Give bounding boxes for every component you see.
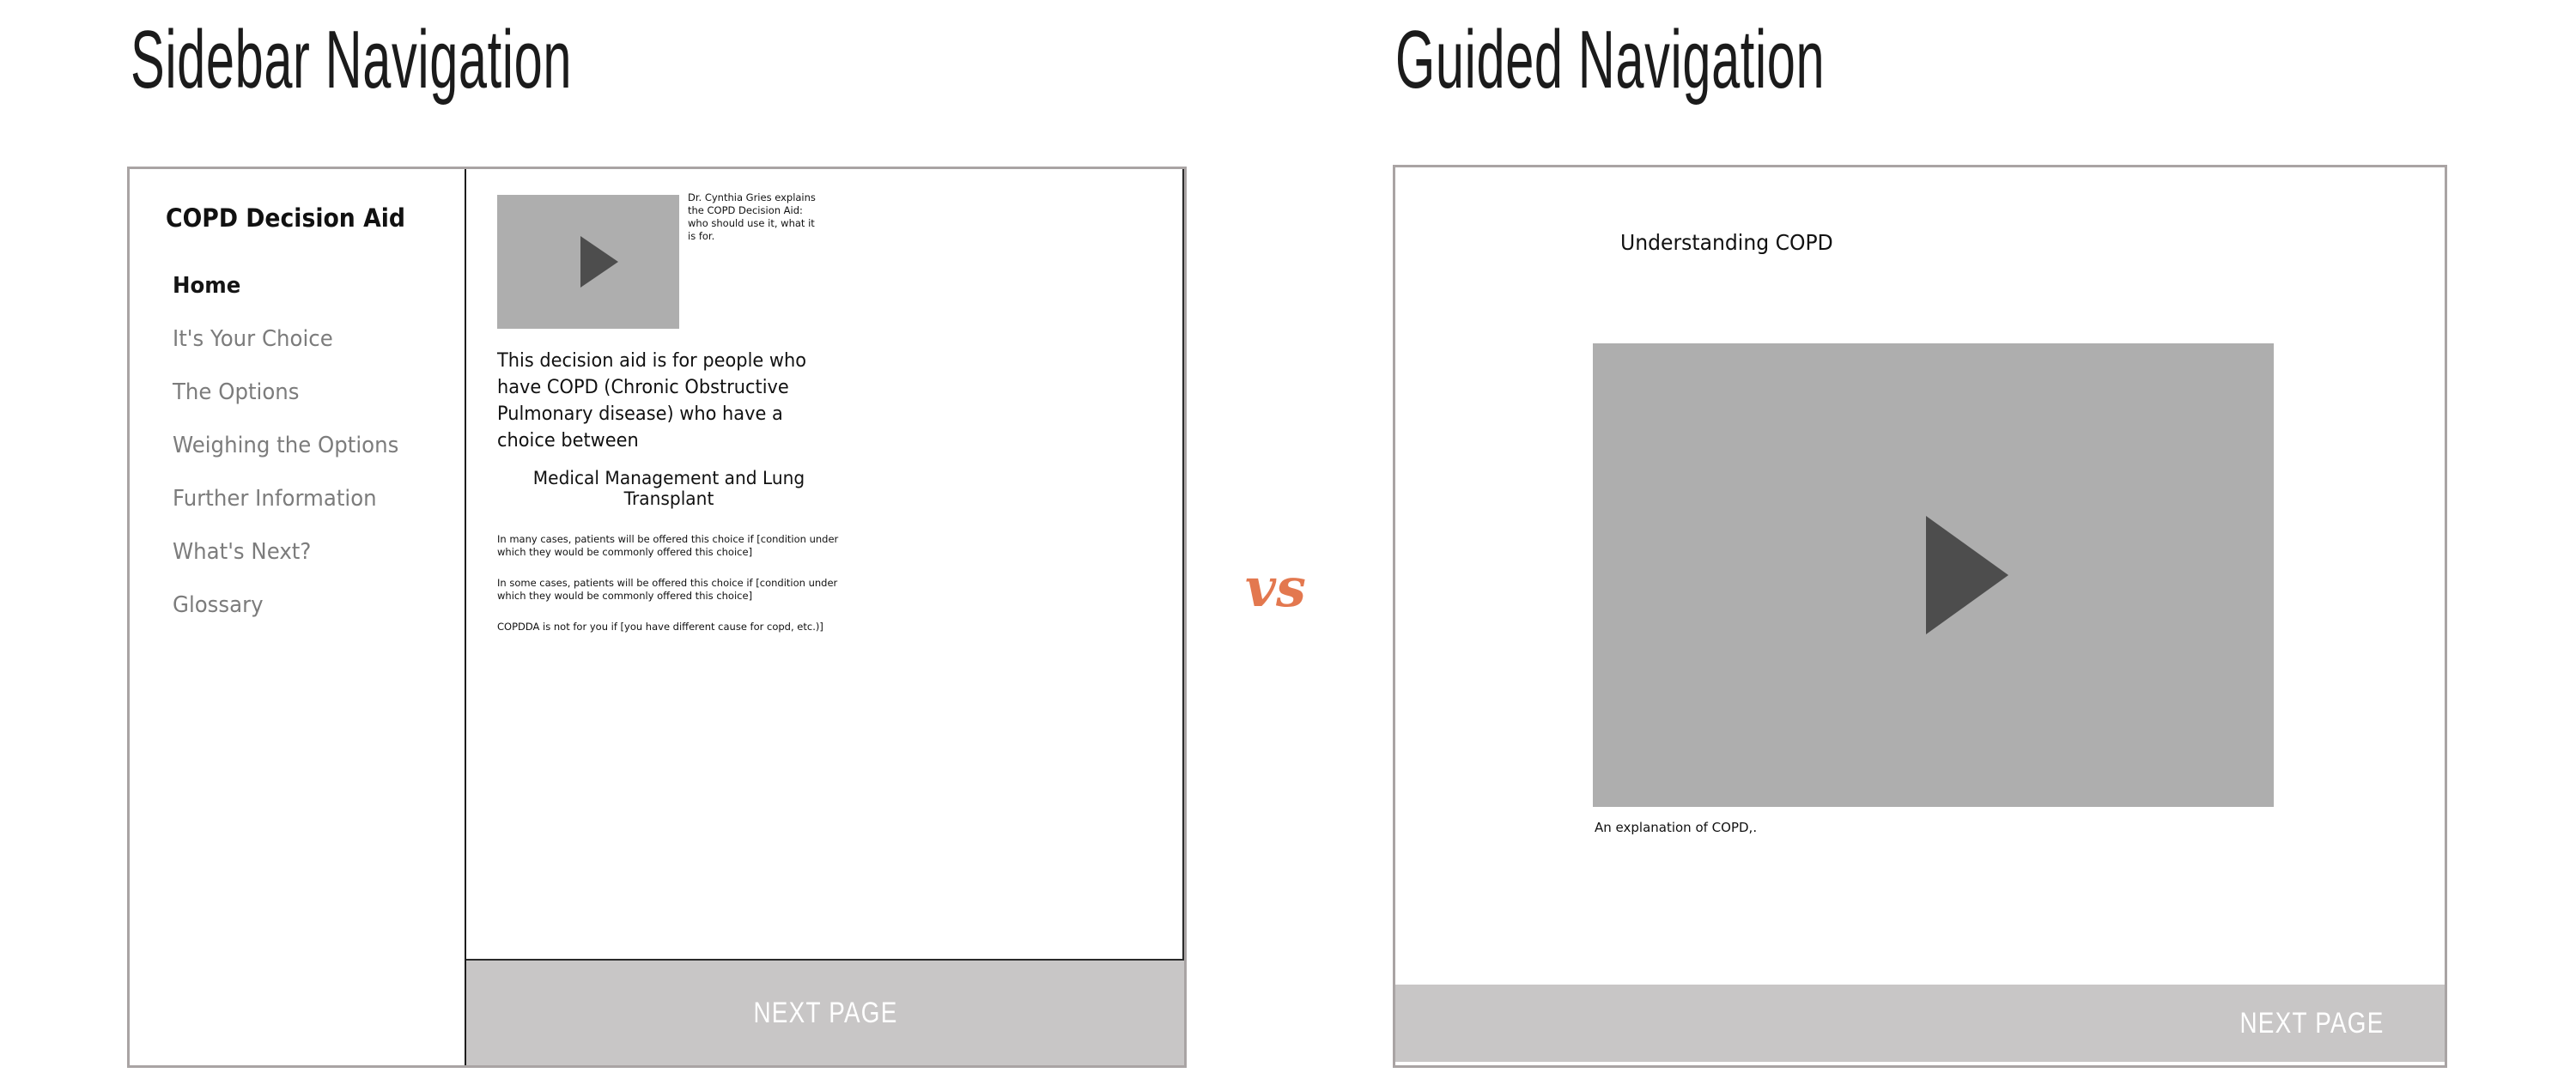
sidebar-item-further-information[interactable]: Further Information bbox=[173, 472, 439, 525]
versus-separator: vs bbox=[1245, 556, 1306, 619]
next-page-label: NEXT PAGE bbox=[752, 996, 898, 1029]
guided-page-heading: Understanding COPD bbox=[1620, 230, 1833, 255]
right-section-title: Guided Navigation bbox=[1395, 14, 1826, 106]
sidebar-nav-list: Home It's Your Choice The Options Weighi… bbox=[173, 259, 456, 632]
guided-content-body: Understanding COPD An explanation of COP… bbox=[1395, 167, 2445, 985]
next-page-label: NEXT PAGE bbox=[2239, 1006, 2385, 1040]
play-icon[interactable] bbox=[580, 236, 618, 288]
play-icon[interactable] bbox=[1926, 516, 2009, 634]
comparison-stage: Sidebar Navigation COPD Decision Aid Hom… bbox=[0, 0, 2576, 1073]
guided-navigation-mockup: Understanding COPD An explanation of COP… bbox=[1393, 165, 2447, 1068]
sidebar-content-body: Dr. Cynthia Gries explains the COPD Deci… bbox=[466, 169, 1184, 961]
next-page-button[interactable]: NEXT PAGE bbox=[1395, 985, 2445, 1062]
sidebar-item-home[interactable]: Home bbox=[173, 259, 439, 312]
sidebar-app-title: COPD Decision Aid bbox=[166, 203, 405, 233]
sidebar-item-weighing-the-options[interactable]: Weighing the Options bbox=[173, 419, 439, 472]
sidebar-item-glossary[interactable]: Glossary bbox=[173, 579, 439, 632]
fineprint-line: In many cases, patients will be offered … bbox=[497, 533, 839, 558]
options-headline: Medical Management and Lung Transplant bbox=[532, 468, 805, 509]
sidebar-navigation-mockup: COPD Decision Aid Home It's Your Choice … bbox=[127, 167, 1187, 1068]
fineprint-block: In many cases, patients will be offered … bbox=[497, 533, 841, 652]
video-player-placeholder[interactable] bbox=[497, 195, 679, 329]
sidebar-item-its-your-choice[interactable]: It's Your Choice bbox=[173, 312, 439, 366]
sidebar-content-panel: Dr. Cynthia Gries explains the COPD Deci… bbox=[466, 169, 1184, 1065]
sidebar-item-the-options[interactable]: The Options bbox=[173, 366, 439, 419]
video-caption: An explanation of COPD,. bbox=[1595, 820, 1758, 835]
intro-paragraph: This decision aid is for people who have… bbox=[497, 350, 807, 452]
next-page-button[interactable]: NEXT PAGE bbox=[466, 961, 1184, 1065]
video-caption: Dr. Cynthia Gries explains the COPD Deci… bbox=[688, 191, 816, 242]
fineprint-line: COPDDA is not for you if [you have diffe… bbox=[497, 621, 823, 633]
fineprint-line: In some cases, patients will be offered … bbox=[497, 577, 838, 602]
sidebar: COPD Decision Aid Home It's Your Choice … bbox=[130, 169, 466, 1065]
left-section-title: Sidebar Navigation bbox=[131, 14, 573, 106]
video-player-placeholder[interactable] bbox=[1593, 343, 2274, 807]
sidebar-item-whats-next[interactable]: What's Next? bbox=[173, 525, 439, 579]
